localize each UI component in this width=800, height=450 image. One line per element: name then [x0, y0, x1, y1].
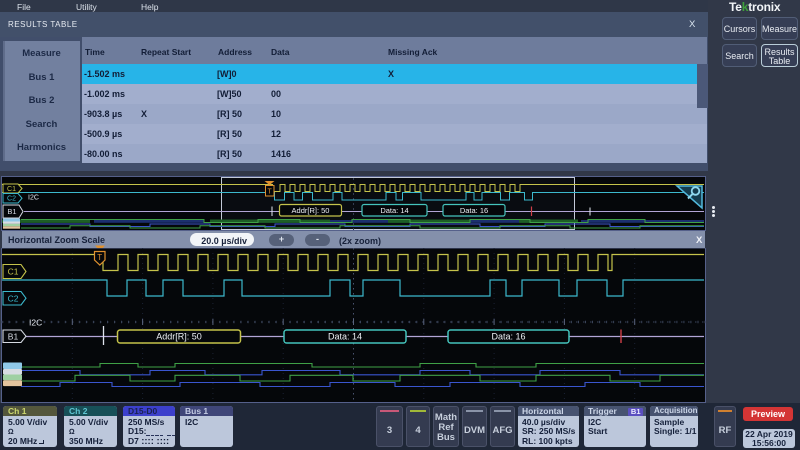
svg-text:I2C: I2C [29, 318, 42, 328]
svg-text:Addr[R]: 50: Addr[R]: 50 [292, 206, 330, 215]
svg-text:Addr[R]: 50: Addr[R]: 50 [156, 332, 202, 342]
svg-text:C2: C2 [8, 293, 19, 303]
svg-text:I2C: I2C [28, 195, 39, 202]
svg-text:Data: 14: Data: 14 [328, 332, 362, 342]
svg-text:Data: 14: Data: 14 [380, 206, 408, 215]
svg-text:B1: B1 [8, 331, 19, 341]
svg-text:B1: B1 [7, 207, 16, 216]
svg-text:C1: C1 [7, 186, 16, 193]
svg-text:Data: 16: Data: 16 [460, 206, 488, 215]
svg-text:T: T [97, 253, 102, 262]
svg-text:T: T [268, 189, 273, 196]
svg-text:C1: C1 [8, 267, 19, 277]
svg-text:C2: C2 [7, 196, 16, 203]
svg-text:Data: 16: Data: 16 [491, 332, 525, 342]
